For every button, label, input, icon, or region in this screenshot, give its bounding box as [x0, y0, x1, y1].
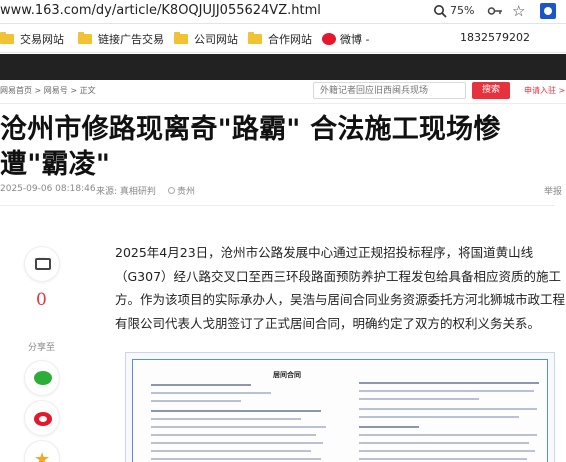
article-paragraph: 2025年4月23日，沧州市公路发展中心通过正规招投标程序，将国道黄山线（G30…: [115, 245, 566, 331]
apply-join-link[interactable]: 申请入驻 >: [524, 85, 565, 96]
share-label: 分享至: [28, 343, 56, 353]
extension-icon[interactable]: [540, 3, 556, 19]
site-top-bar: [0, 54, 566, 80]
url-text[interactable]: www.163.com/dy/article/K8OQJUJJ055624VZ.…: [0, 3, 321, 18]
search-input[interactable]: [313, 82, 466, 99]
key-icon[interactable]: [487, 4, 503, 18]
bookmark-item[interactable]: 公司网站: [174, 31, 238, 47]
bookmark-phone: 1832579202: [460, 31, 530, 44]
search-button[interactable]: 搜索: [472, 82, 510, 99]
weibo-icon: [322, 33, 336, 45]
zoom-level[interactable]: 75%: [450, 4, 474, 17]
folder-icon: [174, 32, 188, 44]
address-bar[interactable]: www.163.com/dy/article/K8OQJUJJ055624VZ.…: [0, 0, 566, 24]
folder-icon: [78, 32, 92, 44]
weibo-share-icon[interactable]: [24, 400, 60, 436]
article-location: 贵州: [168, 184, 195, 197]
location-icon: [168, 187, 175, 194]
bookmarks-bar: 交易网站 链接广告交易 公司网站 合作网站 微博 - 1832579202: [0, 25, 566, 53]
folder-icon: [248, 32, 262, 44]
breadcrumb[interactable]: 网易首页 > 网易号 > 正文: [0, 85, 96, 96]
comment-icon[interactable]: [24, 246, 60, 282]
folder-icon: [0, 32, 14, 44]
contract-document-image[interactable]: 居间合同: [125, 352, 555, 462]
qzone-icon[interactable]: ★: [24, 440, 60, 462]
article-title: 沧州市修路现离奇"路霸" 合法施工现场惨遭"霸凌": [0, 114, 501, 180]
star-icon[interactable]: ☆: [512, 2, 525, 20]
article-source[interactable]: 来源: 真相研判: [96, 184, 156, 197]
report-link[interactable]: 举报: [544, 184, 562, 197]
divider: [0, 205, 555, 206]
comment-count[interactable]: 0: [36, 290, 47, 310]
doc-image-title: 居间合同: [273, 371, 301, 379]
article-meta: 2025-09-06 08:18:46 来源: 真相研判 贵州 举报: [0, 184, 566, 198]
wechat-icon[interactable]: [24, 360, 60, 396]
bookmark-item[interactable]: 合作网站: [248, 31, 312, 47]
publish-date: 2025-09-06 08:18:46: [0, 184, 96, 194]
bookmark-item[interactable]: 链接广告交易: [78, 31, 164, 47]
bookmark-item[interactable]: 微博 -: [322, 31, 369, 47]
bookmark-item[interactable]: 交易网站: [0, 31, 64, 47]
search-icon[interactable]: [433, 4, 447, 18]
